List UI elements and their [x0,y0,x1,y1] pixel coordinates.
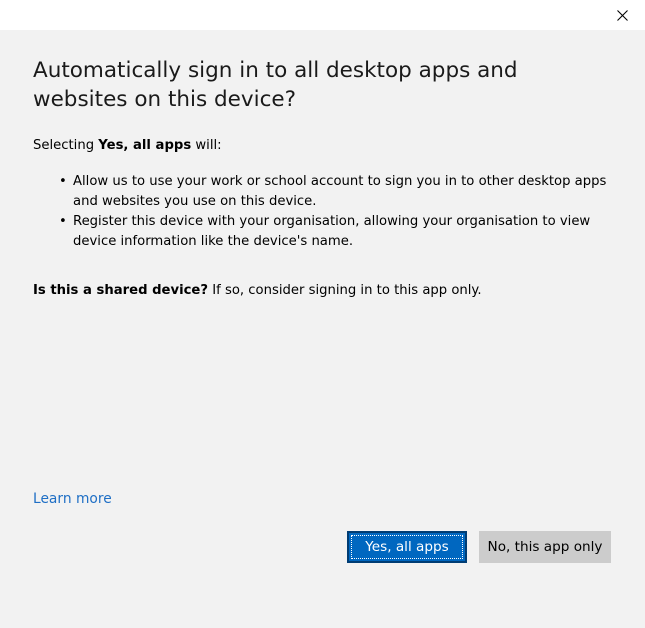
shared-device-question: Is this a shared device? [33,283,209,298]
intro-bold: Yes, all apps [98,138,192,153]
list-item-text: Allow us to use your work or school acco… [73,174,607,209]
title-bar [0,0,645,30]
yes-all-apps-label: Yes, all apps [365,539,449,555]
yes-all-apps-button[interactable]: Yes, all apps [347,531,467,563]
shared-device-advice: If so, consider signing in to this app o… [208,283,482,298]
bullet-icon: • [59,214,67,229]
bullet-icon: • [59,174,67,189]
close-icon [616,9,628,21]
intro-prefix: Selecting [33,138,99,153]
learn-more-link[interactable]: Learn more [33,489,112,509]
list-item: • Allow us to use your work or school ac… [33,172,618,212]
consequence-list: • Allow us to use your work or school ac… [33,172,618,252]
no-this-app-only-label: No, this app only [487,539,603,555]
list-item-text: Register this device with your organisat… [73,214,591,249]
close-button[interactable] [599,0,645,30]
intro-text: Selecting Yes, all apps will: [33,137,222,155]
shared-device-note: Is this a shared device? If so, consider… [33,282,482,300]
no-this-app-only-button[interactable]: No, this app only [479,531,611,563]
list-item: • Register this device with your organis… [33,212,618,252]
dialog-heading: Automatically sign in to all desktop app… [33,58,518,112]
intro-suffix: will: [191,138,222,153]
